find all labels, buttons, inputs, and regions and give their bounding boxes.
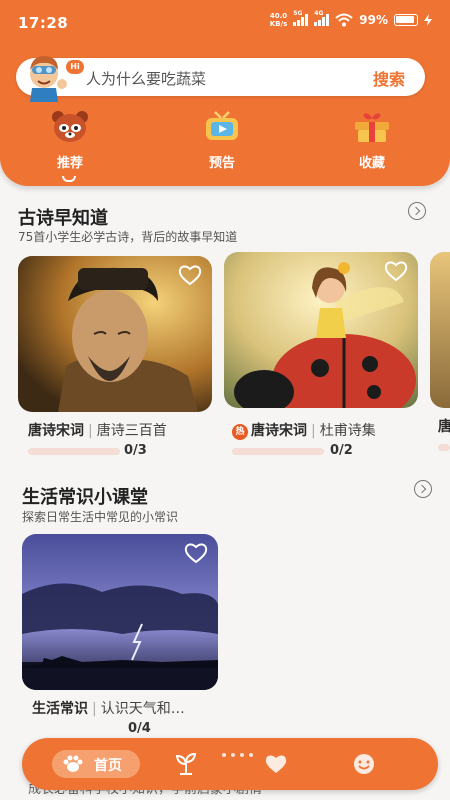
sprout-icon[interactable]	[172, 750, 200, 778]
signal-4g-icon: 4G	[314, 10, 330, 26]
mascot-hi-badge: Hi	[66, 60, 84, 74]
signal-5g-icon: 5G	[293, 10, 309, 26]
tab-home-label: 首页	[94, 758, 122, 774]
chevron-right-icon[interactable]	[408, 202, 426, 220]
category-row: 推荐 预告 收藏	[0, 108, 450, 178]
category-label: 收藏	[358, 156, 385, 171]
section-subtitle-life-skills: 探索日常生活中常见的小常识	[22, 510, 179, 524]
charging-icon	[424, 14, 432, 26]
category-recommend[interactable]: 推荐	[30, 108, 110, 174]
category-preview[interactable]: 预告	[182, 108, 262, 174]
selected-category-indicator	[62, 176, 76, 182]
chevron-right-icon[interactable]	[414, 480, 432, 498]
paw-icon	[63, 755, 83, 772]
card-title: 唐诗宋词 | 唐诗三百首	[28, 423, 167, 439]
poetry-card[interactable]: 唐诗宋词 | 唐诗三百首 0/3	[18, 256, 212, 462]
tab-home[interactable]: 首页	[52, 750, 140, 778]
poetry-card-peek-image[interactable]	[430, 252, 450, 408]
favorite-heart-icon[interactable]	[178, 264, 202, 286]
section-title-life-skills: 生活常识小课堂	[22, 487, 148, 508]
progress-count: 0/2	[330, 443, 353, 458]
top-header: 17:28 40.0 KB/s 5G 4G 99% 人为什么要吃蔬菜 搜索 Hi…	[0, 0, 450, 186]
heart-icon[interactable]	[262, 750, 290, 778]
favorite-heart-icon[interactable]	[184, 542, 208, 564]
category-label: 预告	[208, 156, 235, 171]
tv-icon	[206, 111, 238, 140]
wifi-icon	[335, 13, 353, 27]
favorite-heart-icon[interactable]	[384, 260, 408, 282]
progress-bar	[232, 448, 324, 455]
hot-badge: 热	[232, 424, 248, 440]
card-title: 热唐诗宋词 | 杜甫诗集	[232, 420, 376, 440]
status-bar: 17:28 40.0 KB/s 5G 4G 99%	[0, 0, 450, 44]
smile-icon[interactable]	[350, 750, 378, 778]
card-title-peek: 唐	[438, 419, 450, 435]
progress-count: 0/4	[128, 721, 151, 736]
progress-count: 0/3	[124, 443, 147, 458]
section-subtitle-poetry: 75首小学生必学古诗，背后的故事早知道	[18, 230, 238, 244]
life-skills-card[interactable]: 生活常识 | 认识天气和… 0/4	[22, 534, 218, 740]
section-title-poetry: 古诗早知道	[18, 208, 108, 229]
search-button[interactable]: 搜索	[373, 66, 405, 90]
page-dots	[222, 753, 253, 757]
network-speed: 40.0 KB/s	[269, 12, 288, 28]
progress-bar	[28, 448, 120, 455]
red-panda-icon	[52, 111, 88, 142]
mascot-avatar-icon[interactable]	[18, 50, 74, 102]
battery-percent: 99%	[359, 13, 388, 27]
bottom-tab-bar: 首页	[22, 738, 438, 790]
progress-bar	[438, 444, 450, 451]
status-time: 17:28	[18, 14, 69, 32]
category-favorites[interactable]: 收藏	[332, 108, 412, 174]
category-label: 推荐	[56, 156, 83, 171]
search-input[interactable]: 人为什么要吃蔬菜	[86, 68, 206, 89]
gift-box-icon	[355, 113, 389, 142]
battery-icon	[394, 14, 418, 26]
poetry-card[interactable]: 热唐诗宋词 | 杜甫诗集 0/2	[224, 252, 418, 462]
status-right: 40.0 KB/s 5G 4G 99%	[269, 10, 432, 28]
card-title: 生活常识 | 认识天气和…	[32, 701, 185, 717]
